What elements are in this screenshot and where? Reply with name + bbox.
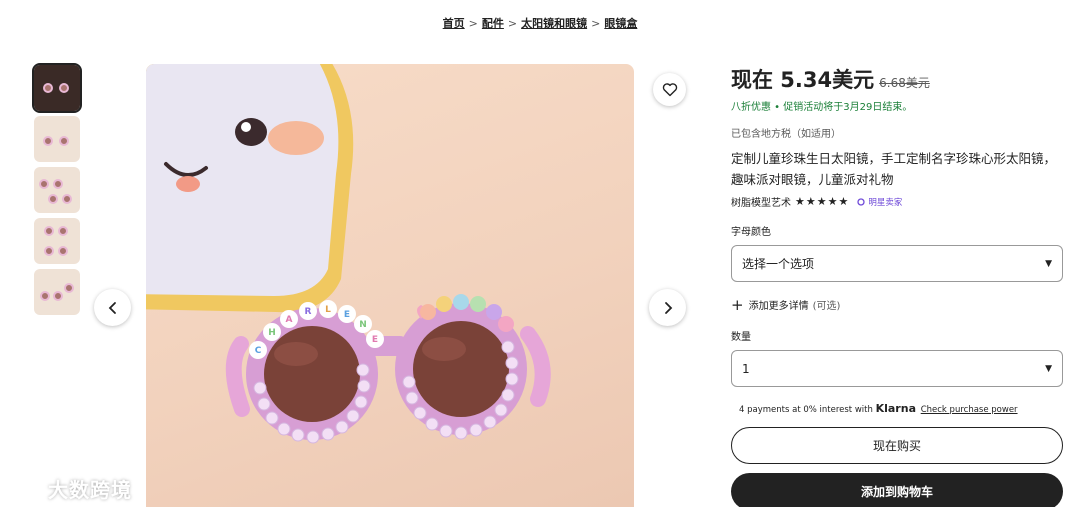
thumbnail-list — [32, 63, 82, 320]
thumbnail-5[interactable] — [34, 269, 80, 315]
caret-down-icon: ▼ — [1045, 363, 1052, 374]
svg-text:A: A — [286, 315, 293, 325]
breadcrumb-separator: > — [507, 17, 518, 30]
svg-text:C: C — [255, 346, 262, 356]
current-price: 现在 5.34美元 — [731, 68, 875, 92]
color-select-value: 选择一个选项 — [742, 257, 815, 271]
svg-text:N: N — [359, 320, 367, 330]
heart-icon — [662, 83, 677, 97]
chevron-right-icon — [664, 301, 672, 314]
add-details-optional: (可选) — [812, 301, 841, 312]
thumbnail-3[interactable] — [34, 167, 80, 213]
watermark-logo-icon — [10, 479, 41, 500]
chevron-left-icon — [108, 301, 116, 314]
star-seller-label: 明星卖家 — [868, 197, 903, 208]
seller-name[interactable]: 树脂模型艺术 — [731, 194, 791, 209]
add-details-label: 添加更多详情 — [748, 301, 809, 312]
add-to-cart-button[interactable]: 添加到购物车 — [731, 473, 1063, 507]
breadcrumb-accessories[interactable]: 配件 — [482, 17, 504, 30]
svg-text:E: E — [344, 310, 350, 320]
star-seller-badge: 明星卖家 — [857, 196, 902, 208]
price-row: 现在 5.34美元 6.68美元 — [731, 64, 1063, 94]
svg-text:H: H — [268, 328, 276, 338]
thumbnail-4[interactable] — [34, 218, 80, 264]
plus-icon: + — [731, 295, 744, 314]
quantity-label: 数量 — [731, 332, 751, 343]
seller-row: 树脂模型艺术 ★★★★★ 明星卖家 — [731, 194, 1063, 209]
breadcrumb-sunglasses[interactable]: 太阳镜和眼镜 — [521, 17, 587, 30]
product-info-panel: 现在 5.34美元 6.68美元 八折优惠 • 促销活动将于3月29日结束。 已… — [731, 64, 1063, 507]
buy-now-button[interactable]: 现在购买 — [731, 427, 1063, 464]
breadcrumb-separator: > — [468, 17, 478, 30]
thumbnail-1[interactable] — [32, 63, 82, 113]
watermark: 大数跨境 — [8, 474, 132, 503]
breadcrumb-separator: > — [591, 17, 601, 30]
add-details-link[interactable]: + 添加更多详情 (可选) — [731, 297, 1063, 312]
color-select[interactable]: 选择一个选项 ▼ — [731, 245, 1063, 282]
next-image-button[interactable] — [649, 289, 686, 326]
prev-image-button[interactable] — [94, 289, 131, 326]
breadcrumb-home[interactable]: 首页 — [443, 17, 465, 30]
klarna-info: 4 payments at 0% interest with Klarna Ch… — [731, 402, 1063, 415]
thumbnail-2[interactable] — [34, 116, 80, 162]
watermark-text: 大数跨境 — [48, 478, 132, 502]
svg-text:L: L — [325, 305, 331, 315]
product-main-image: C H A R L E N E — [146, 64, 634, 507]
original-price: 6.68美元 — [879, 76, 930, 90]
svg-text:R: R — [305, 307, 312, 317]
tax-note: 已包含地方税（如适用） — [731, 129, 841, 140]
klarna-brand: Klarna — [875, 402, 916, 415]
breadcrumb-glasses-case[interactable]: 眼镜盒 — [604, 17, 637, 30]
rating-stars: ★★★★★ — [795, 195, 850, 208]
product-page: 首页 > 配件 > 太阳镜和眼镜 > 眼镜盒 C H A R L E N E 大… — [0, 0, 1080, 507]
quantity-select-value: 1 — [742, 361, 750, 376]
caret-down-icon: ▼ — [1045, 258, 1052, 269]
klarna-prefix: 4 payments at 0% interest with — [739, 405, 873, 415]
star-seller-icon — [857, 197, 865, 206]
quantity-select[interactable]: 1 ▼ — [731, 350, 1063, 387]
promo-text: 八折优惠 • 促销活动将于3月29日结束。 — [731, 102, 913, 113]
breadcrumb: 首页 > 配件 > 太阳镜和眼镜 > 眼镜盒 — [0, 15, 1080, 31]
svg-text:E: E — [372, 335, 378, 345]
klarna-check-link[interactable]: Check purchase power — [921, 405, 1018, 415]
favorite-button[interactable] — [653, 73, 686, 106]
product-title: 定制儿童珍珠生日太阳镜，手工定制名字珍珠心形太阳镜，趣味派对眼镜，儿童派对礼物 — [731, 151, 1057, 187]
color-label: 字母颜色 — [731, 227, 771, 238]
product-photo: C H A R L E N E — [146, 64, 551, 444]
